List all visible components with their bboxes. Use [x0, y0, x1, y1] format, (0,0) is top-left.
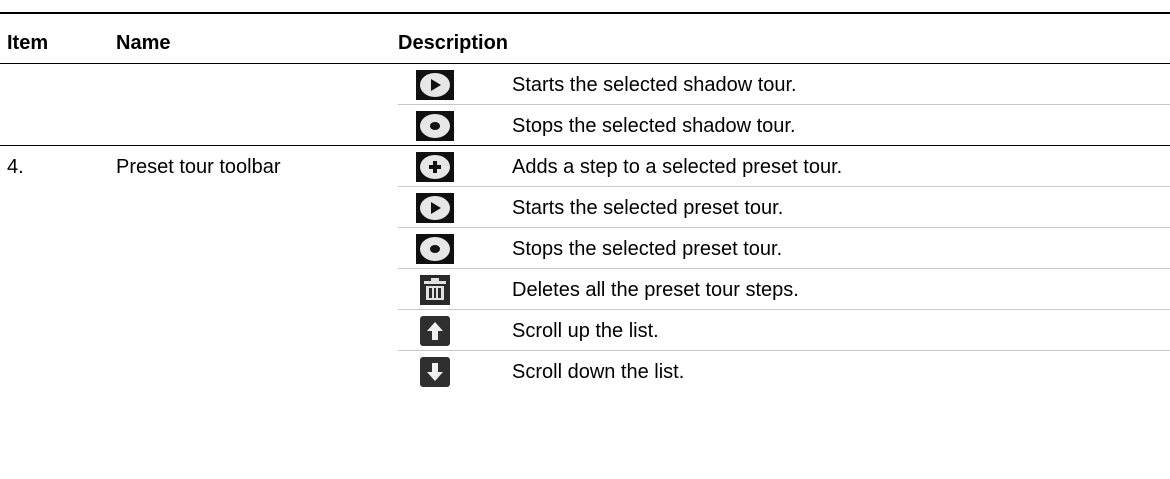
row-description: Stops the selected preset tour.	[512, 238, 783, 260]
play-icon	[416, 70, 454, 100]
table-row: Stops the selected shadow tour.	[0, 106, 1170, 146]
row-name: Preset tour toolbar	[116, 156, 281, 178]
row-description: Deletes all the preset tour steps.	[512, 279, 799, 301]
row-description: Starts the selected shadow tour.	[512, 74, 797, 96]
header-name: Name	[116, 32, 171, 54]
table-row: 4. Preset tour toolbar Adds a step to a …	[0, 147, 1170, 187]
table-header: Item Name Description	[0, 14, 1170, 64]
row-description: Adds a step to a selected preset tour.	[512, 156, 843, 178]
stop-icon	[416, 111, 454, 141]
table-row: Starts the selected preset tour.	[0, 188, 1170, 228]
table-row: Starts the selected shadow tour.	[0, 65, 1170, 105]
header-rule	[0, 63, 1170, 64]
row-item: 4.	[7, 156, 24, 178]
row-description: Scroll down the list.	[512, 361, 685, 383]
stop-icon	[416, 234, 454, 264]
row-description: Stops the selected shadow tour.	[512, 115, 796, 137]
row-description: Scroll up the list.	[512, 320, 659, 342]
table-row: Stops the selected preset tour.	[0, 229, 1170, 269]
play-icon	[416, 193, 454, 223]
table-row: Deletes all the preset tour steps.	[0, 270, 1170, 310]
add-step-icon	[416, 152, 454, 182]
arrow-down-icon	[416, 357, 454, 387]
table-row: Scroll up the list.	[0, 311, 1170, 351]
trash-icon	[416, 275, 454, 305]
table-row: Scroll down the list.	[0, 352, 1170, 392]
header-description: Description	[398, 32, 509, 54]
arrow-up-icon	[416, 316, 454, 346]
row-description: Starts the selected preset tour.	[512, 197, 784, 219]
header-item: Item	[7, 32, 49, 54]
